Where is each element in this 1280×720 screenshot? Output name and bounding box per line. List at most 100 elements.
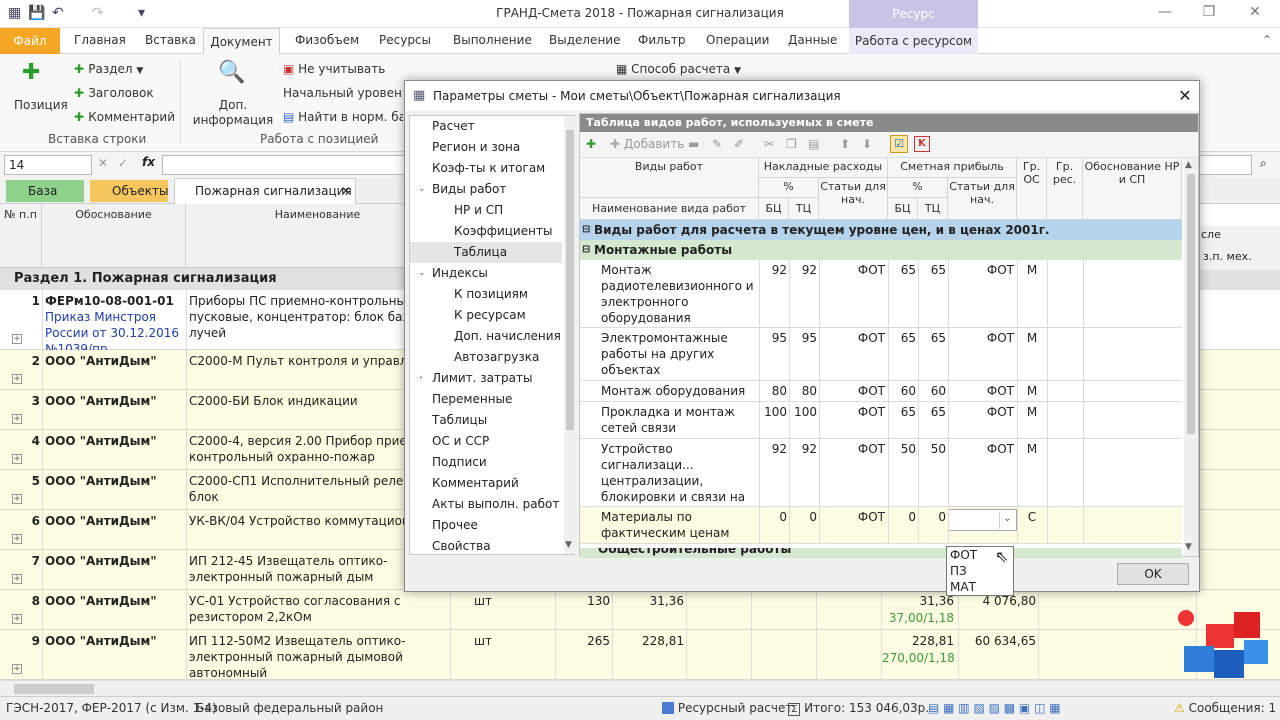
scroll-up-icon[interactable]: ▲ [1185, 160, 1192, 170]
chevron-down-icon[interactable]: ⌄ [418, 179, 426, 200]
tree-item[interactable]: ⌄ Виды работ [410, 179, 562, 200]
profit-articles[interactable]: ФОТ [948, 441, 1014, 457]
overhead-tc[interactable]: 80 [789, 383, 817, 399]
work-type-row[interactable]: Монтаж оборудования 80 80 ФОТ 60 60 ФОТ М [580, 381, 1182, 402]
tab-current-estimate[interactable]: Пожарная сигнализация ✕ [174, 178, 356, 204]
insert-row-icon[interactable]: ✚ [586, 137, 596, 151]
tab-file[interactable]: Файл [0, 28, 60, 54]
dialog-close-icon[interactable]: ✕ [1171, 81, 1199, 111]
collapse-install-icon[interactable]: ⊟ [582, 240, 590, 260]
table-row[interactable]: 9 ООО "АнтиДым" ИП 112-50М2 Извещатель опт… [0, 630, 1280, 680]
status-mode[interactable]: Ресурсный расчет [662, 701, 792, 715]
gr-os[interactable]: М [1017, 404, 1047, 420]
add-button[interactable]: ✚ Добавить [610, 137, 684, 151]
articles-select[interactable]: ⌄ [948, 509, 1017, 531]
overhead-bc[interactable]: 80 [759, 383, 787, 399]
tab-base[interactable]: База [6, 180, 84, 202]
k-toggle-icon[interactable]: K [914, 136, 930, 152]
search-icon[interactable]: ⌕ [1260, 156, 1267, 171]
gr-os[interactable]: М [1017, 441, 1047, 457]
overhead-articles[interactable]: ФОТ [819, 383, 885, 399]
tab-insert[interactable]: Вставка [145, 33, 196, 47]
extra-info-button[interactable]: Доп. информация [192, 98, 274, 128]
tab-objects[interactable]: Объекты [90, 180, 168, 202]
profit-articles[interactable]: ФОТ [948, 404, 1014, 420]
cut-icon[interactable]: ✂ [764, 137, 774, 151]
gr-os[interactable]: М [1017, 262, 1047, 278]
profit-tc[interactable]: 65 [918, 404, 946, 420]
work-type-row[interactable]: Электромонтажные работы на других объект… [580, 328, 1182, 381]
dropdown-option-fot[interactable]: ФОТ [950, 548, 977, 563]
ignore-button[interactable]: ▣ Не учитывать [283, 62, 385, 76]
overhead-tc[interactable]: 92 [789, 441, 817, 457]
fx-icon[interactable]: fx [142, 155, 155, 169]
gr-os[interactable]: М [1017, 330, 1047, 346]
tree-item[interactable]: Регион и зона [410, 137, 562, 158]
status-messages[interactable]: ⚠ Сообщения: 1 [1174, 701, 1276, 715]
close-tab-icon[interactable]: ✕ [341, 179, 351, 203]
tab-physvolume[interactable]: Физобъем [295, 33, 359, 47]
horizontal-scrollbar[interactable] [0, 680, 1280, 696]
redo-icon[interactable]: ↷ [92, 5, 104, 21]
overhead-bc[interactable]: 92 [759, 262, 787, 278]
tab-selection[interactable]: Выделение [549, 33, 620, 47]
profit-bc[interactable]: 65 [888, 404, 916, 420]
overhead-bc[interactable]: 0 [759, 509, 787, 525]
group-install-row[interactable]: ⊟ Монтажные работы [580, 240, 1182, 260]
position-button[interactable]: Позиция [14, 98, 68, 112]
overhead-tc[interactable]: 0 [789, 509, 817, 525]
tree-item[interactable]: › Лимит. затраты [410, 368, 562, 389]
overhead-articles[interactable]: ФОТ [819, 441, 885, 457]
overhead-articles[interactable]: ФОТ [819, 404, 885, 420]
paste-icon[interactable]: ▤ [808, 137, 819, 151]
scroll-down-icon[interactable]: ▼ [1185, 542, 1192, 552]
collapse-ribbon-icon[interactable]: ⌃ [1262, 33, 1272, 47]
edit-icon[interactable]: ✎ [712, 137, 722, 151]
gr-os[interactable]: С [1017, 509, 1047, 525]
work-type-row[interactable]: Прокладка и монтаж сетей связи 100 100 ФОТ 6… [580, 402, 1182, 439]
tree-item[interactable]: ОС и ССР [410, 431, 562, 452]
profit-bc[interactable]: 0 [888, 509, 916, 525]
comment-button[interactable]: ✚ Комментарий [74, 110, 175, 124]
close-window-icon[interactable]: ✕ [1240, 4, 1270, 20]
tree-item[interactable]: Доп. начисления [410, 326, 562, 347]
move-down-icon[interactable]: ⬇ [862, 137, 872, 151]
tree-item[interactable]: Комментарий [410, 473, 562, 494]
tab-resources[interactable]: Ресурсы [379, 33, 431, 47]
profit-articles[interactable]: ФОТ [948, 262, 1014, 278]
overhead-bc[interactable]: 100 [759, 404, 787, 420]
tab-document[interactable]: Документ [203, 28, 280, 55]
chevron-right-icon[interactable]: › [419, 368, 423, 389]
move-up-icon[interactable]: ⬆ [840, 137, 850, 151]
tree-item[interactable]: Прочее [410, 515, 562, 536]
profit-tc[interactable]: 50 [918, 441, 946, 457]
remove-icon[interactable]: ▬ [688, 137, 699, 151]
dropdown-option-mat[interactable]: МАТ [950, 580, 976, 595]
tab-operations[interactable]: Операции [706, 33, 769, 47]
group-general-row[interactable]: Общестроительные работы [580, 548, 1182, 558]
expand-row-icon[interactable]: + [12, 414, 22, 424]
profit-tc[interactable]: 0 [918, 509, 946, 525]
expand-row-icon[interactable]: + [12, 664, 22, 674]
expand-row-icon[interactable]: + [12, 454, 22, 464]
col-header-justification[interactable]: Обоснование [42, 204, 186, 268]
ok-button[interactable]: OK [1117, 563, 1189, 585]
tree-item[interactable]: Свойства [410, 536, 562, 557]
profit-tc[interactable]: 65 [918, 262, 946, 278]
profit-bc[interactable]: 65 [888, 330, 916, 346]
overhead-tc[interactable]: 95 [789, 330, 817, 346]
tree-scroll-down-icon[interactable]: ▼ [565, 540, 572, 550]
checkbox-toggle-icon[interactable]: ☑ [890, 135, 908, 153]
profit-tc[interactable]: 65 [918, 330, 946, 346]
col-header-num[interactable]: № п.п [0, 204, 42, 268]
overhead-articles[interactable]: ФОТ [819, 509, 885, 525]
collapse-main-icon[interactable]: ⊟ [582, 220, 590, 240]
profit-tc[interactable]: 60 [918, 383, 946, 399]
tab-home[interactable]: Главная [74, 33, 126, 47]
expand-row-icon[interactable]: + [12, 534, 22, 544]
minimize-icon[interactable]: — [1150, 4, 1180, 20]
overhead-tc[interactable]: 100 [789, 404, 817, 420]
profit-bc[interactable]: 60 [888, 383, 916, 399]
expand-row-icon[interactable]: + [12, 614, 22, 624]
tree-scroll-thumb[interactable] [566, 130, 574, 430]
